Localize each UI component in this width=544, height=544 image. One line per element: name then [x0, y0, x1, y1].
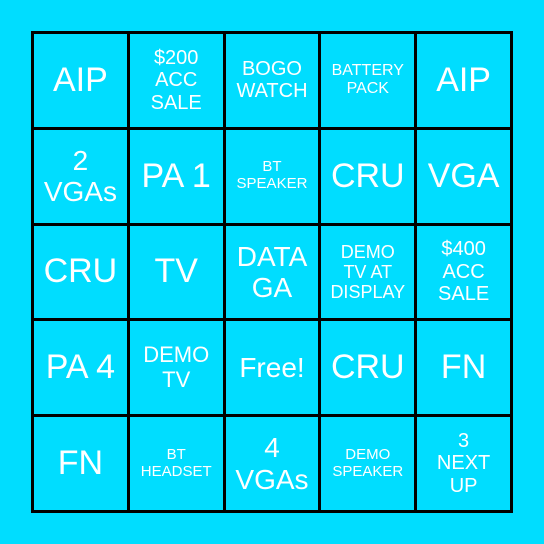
bingo-cell-r4c5[interactable]: FN [417, 321, 510, 415]
bingo-cell-r3c1[interactable]: CRU [34, 225, 127, 319]
bingo-cell-r1c1[interactable]: AIP [34, 34, 127, 127]
bingo-cell-r2c2[interactable]: PA 1 [129, 129, 223, 223]
bingo-cell-r5c5[interactable]: 3 NEXT UP [417, 417, 510, 510]
bingo-cell-r1c5[interactable]: AIP [417, 34, 510, 127]
bingo-cell-r3c2[interactable]: TV [129, 225, 223, 319]
bingo-cell-r3c3[interactable]: DATA GA [225, 225, 319, 319]
bingo-cell-r2c1[interactable]: 2 VGAs [34, 129, 127, 223]
bingo-cell-r1c2[interactable]: $200 ACC SALE [129, 34, 223, 127]
bingo-cell-r5c2[interactable]: BT HEADSET [129, 417, 223, 510]
bingo-cell-r1c4[interactable]: BATTERY PACK [321, 34, 415, 127]
bingo-cell-r2c3[interactable]: BT SPEAKER [225, 129, 319, 223]
bingo-cell-r4c2[interactable]: DEMO TV [129, 321, 223, 415]
bingo-cell-r5c3[interactable]: 4 VGAs [225, 417, 319, 510]
bingo-cell-r5c4[interactable]: DEMO SPEAKER [321, 417, 415, 510]
bingo-cell-r4c4[interactable]: CRU [321, 321, 415, 415]
bingo-cell-r3c5[interactable]: $400 ACC SALE [417, 225, 510, 319]
bingo-cell-free-space[interactable]: Free! [225, 321, 319, 415]
bingo-cell-r4c1[interactable]: PA 4 [34, 321, 127, 415]
bingo-card: AIP $200 ACC SALE BOGO WATCH BATTERY PAC… [31, 31, 513, 513]
bingo-cell-r5c1[interactable]: FN [34, 417, 127, 510]
bingo-cell-r3c4[interactable]: DEMO TV AT DISPLAY [321, 225, 415, 319]
bingo-cell-r2c4[interactable]: CRU [321, 129, 415, 223]
bingo-cell-r1c3[interactable]: BOGO WATCH [225, 34, 319, 127]
bingo-cell-r2c5[interactable]: VGA [417, 129, 510, 223]
